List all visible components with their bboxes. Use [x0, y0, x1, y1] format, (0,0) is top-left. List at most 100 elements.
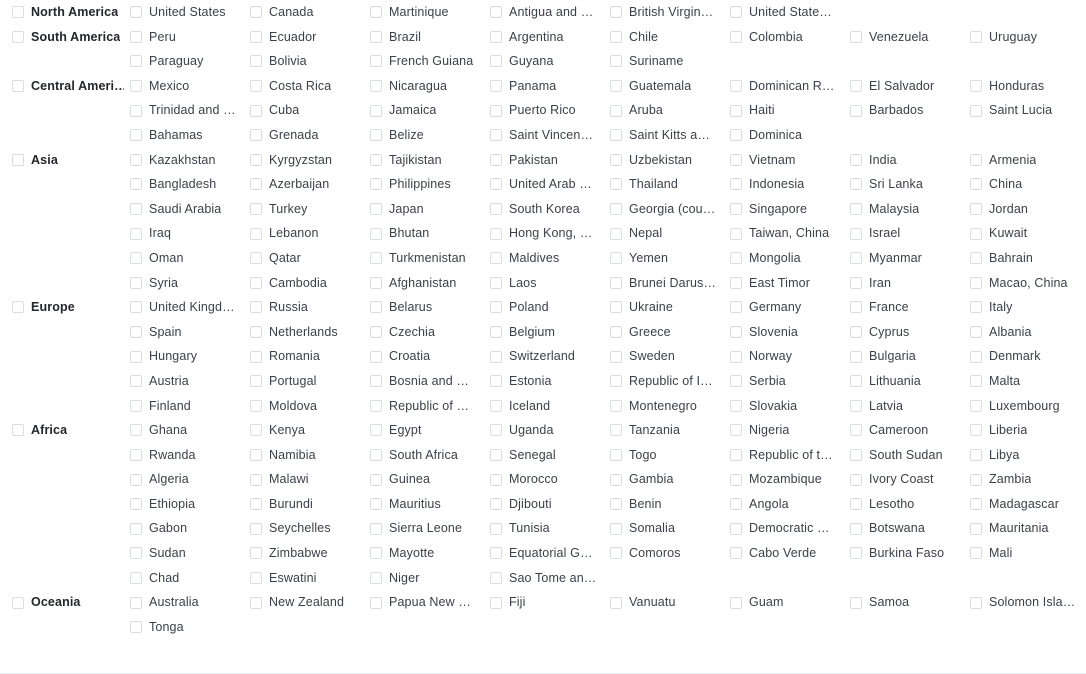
checkbox-icon[interactable]	[850, 522, 862, 535]
checkbox-icon[interactable]	[610, 178, 622, 191]
checkbox-icon[interactable]	[850, 547, 862, 560]
country-option-barbados[interactable]: Barbados	[850, 98, 970, 123]
checkbox-icon[interactable]	[610, 55, 622, 68]
checkbox-icon[interactable]	[370, 252, 382, 265]
checkbox-icon[interactable]	[970, 375, 982, 388]
checkbox-icon[interactable]	[370, 571, 382, 584]
checkbox-icon[interactable]	[370, 80, 382, 93]
checkbox-icon[interactable]	[490, 448, 502, 461]
country-option-el-salvador[interactable]: El Salvador	[850, 74, 970, 99]
checkbox-icon[interactable]	[490, 55, 502, 68]
country-option-croatia[interactable]: Croatia	[370, 344, 490, 369]
country-option-ghana[interactable]: Ghana	[130, 418, 250, 443]
country-option-belarus[interactable]: Belarus	[370, 295, 490, 320]
country-option-turkey[interactable]: Turkey	[250, 197, 370, 222]
country-option-serbia[interactable]: Serbia	[730, 369, 850, 394]
checkbox-icon[interactable]	[730, 104, 742, 117]
country-option-comoros[interactable]: Comoros	[610, 541, 730, 566]
country-option-paraguay[interactable]: Paraguay	[130, 49, 250, 74]
country-option-east-timor[interactable]: East Timor	[730, 271, 850, 296]
checkbox-icon[interactable]	[730, 522, 742, 535]
checkbox-icon[interactable]	[130, 448, 142, 461]
country-option-somalia[interactable]: Somalia	[610, 516, 730, 541]
country-option-nigeria[interactable]: Nigeria	[730, 418, 850, 443]
checkbox-icon[interactable]	[130, 301, 142, 314]
country-option-bahrain[interactable]: Bahrain	[970, 246, 1086, 271]
country-option-indonesia[interactable]: Indonesia	[730, 172, 850, 197]
checkbox-icon[interactable]	[370, 596, 382, 609]
country-option-afghanistan[interactable]: Afghanistan	[370, 271, 490, 296]
country-option-kazakhstan[interactable]: Kazakhstan	[130, 148, 250, 173]
checkbox-icon[interactable]	[730, 498, 742, 511]
checkbox-icon[interactable]	[250, 80, 262, 93]
checkbox-icon[interactable]	[490, 326, 502, 339]
country-option-venezuela[interactable]: Venezuela	[850, 25, 970, 50]
country-option-brazil[interactable]: Brazil	[370, 25, 490, 50]
checkbox-icon[interactable]	[610, 399, 622, 412]
country-option-france[interactable]: France	[850, 295, 970, 320]
checkbox-icon[interactable]	[12, 30, 24, 43]
checkbox-icon[interactable]	[250, 203, 262, 216]
checkbox-icon[interactable]	[610, 6, 622, 19]
country-option-zimbabwe[interactable]: Zimbabwe	[250, 541, 370, 566]
country-option-georgia-cou[interactable]: Georgia (cou…	[610, 197, 730, 222]
checkbox-icon[interactable]	[370, 448, 382, 461]
checkbox-icon[interactable]	[610, 30, 622, 43]
checkbox-icon[interactable]	[970, 276, 982, 289]
checkbox-icon[interactable]	[250, 227, 262, 240]
checkbox-icon[interactable]	[970, 399, 982, 412]
country-option-mexico[interactable]: Mexico	[130, 74, 250, 99]
country-option-saint-kitts-a[interactable]: Saint Kitts a…	[610, 123, 730, 148]
country-option-saint-lucia[interactable]: Saint Lucia	[970, 98, 1086, 123]
country-option-seychelles[interactable]: Seychelles	[250, 516, 370, 541]
country-option-cyprus[interactable]: Cyprus	[850, 320, 970, 345]
checkbox-icon[interactable]	[490, 227, 502, 240]
country-option-colombia[interactable]: Colombia	[730, 25, 850, 50]
checkbox-icon[interactable]	[250, 178, 262, 191]
country-option-french-guiana[interactable]: French Guiana	[370, 49, 490, 74]
country-option-argentina[interactable]: Argentina	[490, 25, 610, 50]
checkbox-icon[interactable]	[250, 571, 262, 584]
country-option-republic-of-t[interactable]: Republic of t…	[730, 443, 850, 468]
checkbox-icon[interactable]	[730, 153, 742, 166]
checkbox-icon[interactable]	[370, 55, 382, 68]
checkbox-icon[interactable]	[490, 522, 502, 535]
country-option-djibouti[interactable]: Djibouti	[490, 492, 610, 517]
country-option-norway[interactable]: Norway	[730, 344, 850, 369]
country-option-myanmar[interactable]: Myanmar	[850, 246, 970, 271]
country-option-mongolia[interactable]: Mongolia	[730, 246, 850, 271]
country-option-laos[interactable]: Laos	[490, 271, 610, 296]
country-option-austria[interactable]: Austria	[130, 369, 250, 394]
checkbox-icon[interactable]	[490, 350, 502, 363]
country-option-thailand[interactable]: Thailand	[610, 172, 730, 197]
country-option-gambia[interactable]: Gambia	[610, 467, 730, 492]
country-option-equatorial-g[interactable]: Equatorial G…	[490, 541, 610, 566]
country-option-democratic[interactable]: Democratic …	[730, 516, 850, 541]
country-option-taiwan-china[interactable]: Taiwan, China	[730, 221, 850, 246]
checkbox-icon[interactable]	[730, 326, 742, 339]
checkbox-icon[interactable]	[370, 203, 382, 216]
country-option-liberia[interactable]: Liberia	[970, 418, 1086, 443]
country-option-brunei-darus[interactable]: Brunei Darus…	[610, 271, 730, 296]
checkbox-icon[interactable]	[250, 55, 262, 68]
checkbox-icon[interactable]	[730, 448, 742, 461]
checkbox-icon[interactable]	[370, 522, 382, 535]
country-option-tajikistan[interactable]: Tajikistan	[370, 148, 490, 173]
checkbox-icon[interactable]	[370, 498, 382, 511]
checkbox-icon[interactable]	[850, 399, 862, 412]
country-option-lesotho[interactable]: Lesotho	[850, 492, 970, 517]
country-option-pakistan[interactable]: Pakistan	[490, 148, 610, 173]
country-option-burkina-faso[interactable]: Burkina Faso	[850, 541, 970, 566]
checkbox-icon[interactable]	[490, 252, 502, 265]
country-option-sri-lanka[interactable]: Sri Lanka	[850, 172, 970, 197]
checkbox-icon[interactable]	[130, 252, 142, 265]
country-option-belize[interactable]: Belize	[370, 123, 490, 148]
checkbox-icon[interactable]	[850, 104, 862, 117]
checkbox-icon[interactable]	[12, 301, 24, 314]
checkbox-icon[interactable]	[130, 30, 142, 43]
country-option-israel[interactable]: Israel	[850, 221, 970, 246]
country-option-mayotte[interactable]: Mayotte	[370, 541, 490, 566]
country-option-puerto-rico[interactable]: Puerto Rico	[490, 98, 610, 123]
checkbox-icon[interactable]	[730, 399, 742, 412]
country-option-ivory-coast[interactable]: Ivory Coast	[850, 467, 970, 492]
